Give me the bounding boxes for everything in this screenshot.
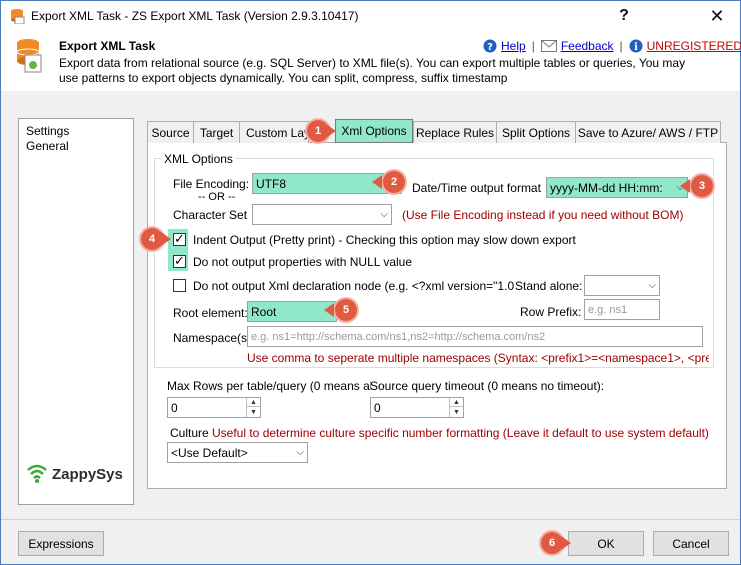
charset-note: (Use File Encoding instead if you need w… [402, 208, 684, 222]
close-button[interactable]: ✕ [694, 1, 740, 31]
namespace-label: Namespace(s) [173, 331, 252, 345]
timeout-spinner[interactable]: 0 ▲ ▼ [370, 397, 464, 418]
datetime-format-label: Date/Time output format [412, 181, 541, 195]
row-prefix-placeholder: e.g. ns1 [588, 303, 628, 316]
no-declaration-checkbox[interactable] [173, 279, 186, 292]
chevron-down-icon: ⌵ [380, 209, 388, 220]
no-declaration-label: Do not output Xml declaration node (e.g.… [193, 279, 515, 293]
cancel-button[interactable]: Cancel [653, 531, 729, 556]
spin-up-icon[interactable]: ▲ [450, 398, 463, 407]
spin-up-icon[interactable]: ▲ [247, 398, 260, 407]
app-icon [9, 8, 25, 25]
indent-output-label: Indent Output (Pretty print) - Checking … [193, 233, 576, 247]
tab-target[interactable]: Target [193, 121, 240, 143]
nav-item-general[interactable]: General [26, 139, 69, 153]
footer-divider [1, 519, 740, 520]
tab-replace-rules[interactable]: Replace Rules [413, 121, 497, 143]
culture-label: Culture [170, 426, 209, 440]
feedback-link[interactable]: Feedback [561, 39, 614, 53]
tab-source[interactable]: Source [147, 121, 194, 143]
spin-down-icon[interactable]: ▼ [450, 408, 463, 417]
spinner-buttons: ▲ ▼ [246, 398, 260, 417]
ok-button[interactable]: OK [568, 531, 644, 556]
header-links: ? Help | Feedback | i UNREGISTERED [483, 39, 741, 53]
timeout-label: Source query timeout (0 means no timeout… [370, 379, 605, 393]
max-rows-spinner[interactable]: 0 ▲ ▼ [167, 397, 261, 418]
badge-pointer [680, 179, 690, 193]
namespace-placeholder: e.g. ns1=http://schema.com/ns1,ns2=http:… [251, 330, 546, 343]
tab-save-to-cloud[interactable]: Save to Azure/ AWS / FTP [575, 121, 721, 143]
row-prefix-input[interactable]: e.g. ns1 [584, 299, 660, 320]
max-rows-label: Max Rows per table/query (0 means al [167, 379, 371, 393]
link-separator: | [531, 39, 535, 53]
title-bar: Export XML Task - ZS Export XML Task (Ve… [1, 1, 740, 31]
namespace-input[interactable]: e.g. ns1=http://schema.com/ns1,ns2=http:… [247, 326, 703, 347]
datetime-format-select[interactable]: yyyy-MM-dd HH:mm: ⌵ [546, 177, 688, 198]
character-set-select[interactable]: ⌵ [252, 204, 392, 225]
culture-select[interactable]: <Use Default> ⌵ [167, 442, 308, 463]
zappysys-logo: ZappySys [26, 464, 123, 484]
standalone-select[interactable]: ⌵ [584, 275, 660, 296]
max-rows-value: 0 [171, 401, 178, 415]
no-null-label: Do not output properties with NULL value [193, 255, 413, 269]
wifi-logo-icon [27, 464, 47, 483]
database-icon [15, 37, 45, 73]
character-set-label: Character Set [173, 208, 248, 222]
tab-custom-layout[interactable]: Custom Lay [239, 121, 309, 143]
tab-split-options[interactable]: Split Options [496, 121, 576, 143]
badge-pointer [324, 303, 334, 317]
zappysys-wordmark: ZappySys [52, 465, 123, 483]
annotation-badge-2: 2 [383, 171, 405, 193]
root-element-label: Root element: [173, 306, 248, 320]
info-icon: i [629, 39, 643, 53]
annotation-badge-3: 3 [691, 175, 713, 197]
svg-text:?: ? [487, 42, 493, 53]
file-encoding-value: UTF8 [256, 176, 286, 191]
settings-nav: Settings General ZappySys [18, 118, 134, 505]
culture-note: Useful to determine culture specific num… [212, 426, 709, 440]
xml-options-group-label: XML Options [161, 152, 236, 166]
indent-output-checkbox[interactable] [173, 231, 186, 247]
badge-pointer [161, 232, 171, 246]
spin-down-icon[interactable]: ▼ [247, 408, 260, 417]
badge-pointer [561, 536, 571, 550]
nav-item-settings[interactable]: Settings [26, 124, 69, 138]
help-circle-icon: ? [483, 39, 497, 53]
expressions-button[interactable]: Expressions [18, 531, 104, 556]
chevron-down-icon: ⌵ [296, 447, 304, 458]
envelope-icon [540, 40, 557, 52]
datetime-format-value: yyyy-MM-dd HH:mm: [550, 180, 663, 195]
standalone-label: Stand alone: [515, 279, 583, 293]
badge-pointer [372, 175, 382, 189]
unregistered-link[interactable]: UNREGISTERED [647, 39, 741, 53]
help-button[interactable]: ? [601, 1, 647, 31]
badge-pointer [326, 124, 336, 138]
annotation-badge-5: 5 [335, 299, 357, 321]
root-element-value: Root [251, 304, 277, 319]
namespace-note: Use comma to seperate multiple namespace… [247, 351, 709, 365]
timeout-value: 0 [374, 401, 381, 415]
no-null-checkbox[interactable] [173, 253, 186, 269]
header-title: Export XML Task [59, 39, 156, 53]
row-prefix-label: Row Prefix: [520, 305, 582, 319]
window-title: Export XML Task - ZS Export XML Task (Ve… [31, 9, 359, 23]
link-separator: | [619, 39, 623, 53]
spinner-buttons: ▲ ▼ [449, 398, 463, 417]
annotation-badge-4: 4 [141, 228, 163, 250]
dialog-window: Export XML Task - ZS Export XML Task (Ve… [0, 0, 741, 565]
help-link[interactable]: Help [501, 39, 526, 53]
tab-xml-options[interactable]: Xml Options [335, 119, 413, 143]
file-encoding-label: File Encoding: [173, 177, 250, 191]
header-description: Export data from relational source (e.g.… [59, 56, 686, 85]
header-panel: Export XML Task Export data from relatio… [1, 31, 741, 91]
svg-text:i: i [634, 42, 638, 53]
annotation-badge-6: 6 [541, 532, 563, 554]
or-separator-label: -- OR -- [198, 191, 236, 203]
chevron-down-icon: ⌵ [648, 280, 656, 291]
culture-value: <Use Default> [171, 445, 248, 460]
